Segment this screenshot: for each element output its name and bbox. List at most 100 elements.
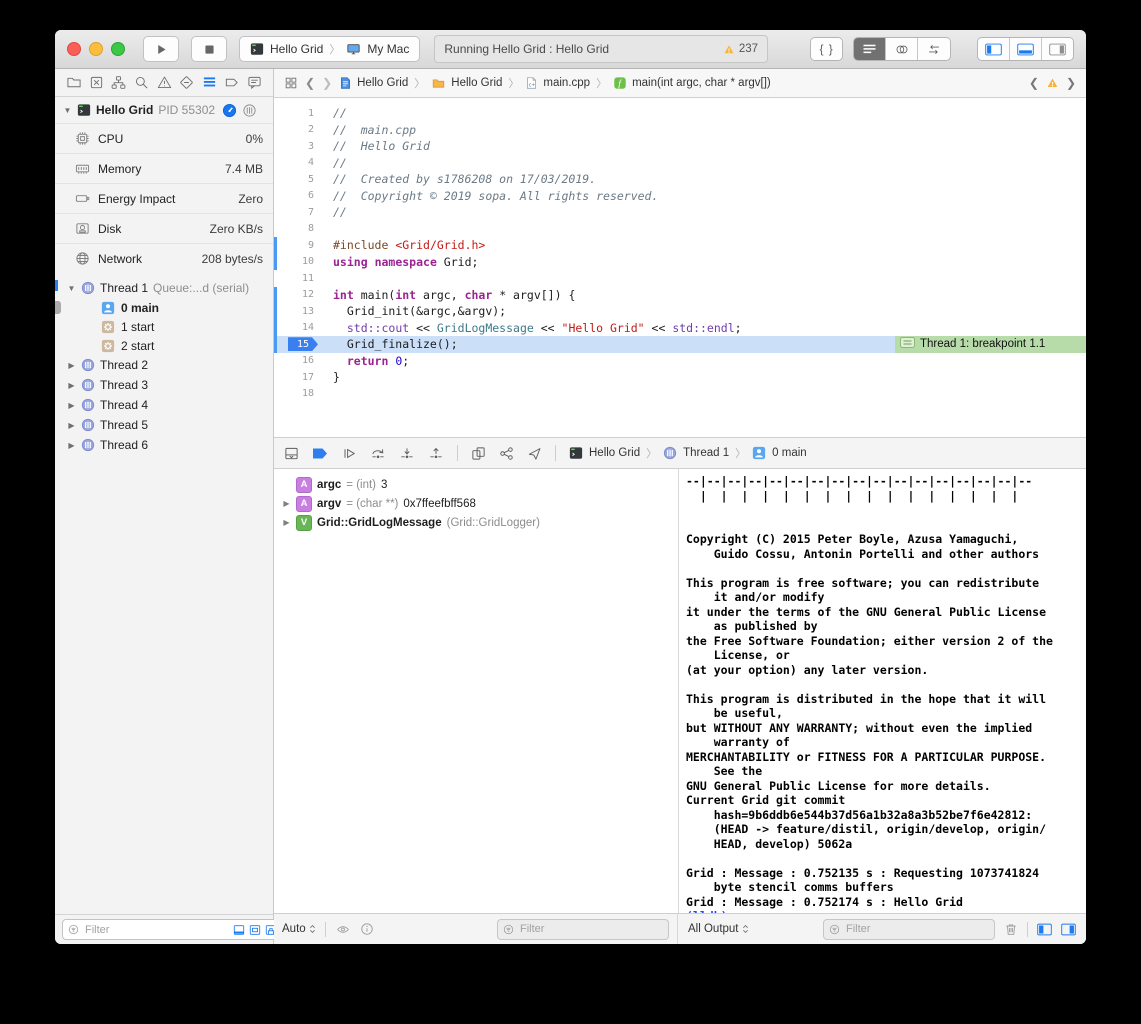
step-into-button[interactable] <box>399 446 415 461</box>
warning-badge[interactable]: 237 <box>723 43 758 55</box>
variables-filter-input[interactable] <box>518 922 663 936</box>
run-button[interactable] <box>143 36 179 62</box>
gauge-row-disk[interactable]: DiskZero KB/s <box>55 213 273 243</box>
memory-graph-button[interactable] <box>499 446 514 461</box>
stack-frame-row[interactable]: 1 start <box>55 317 273 336</box>
standard-editor-button[interactable] <box>854 38 885 60</box>
thread-row[interactable]: ▶Thread 6 <box>55 435 273 455</box>
variable-row[interactable]: ▶Aargv= (char **)0x7ffeefbff568 <box>274 494 678 513</box>
line-number-gutter[interactable]: 2 <box>274 124 323 135</box>
line-number-gutter[interactable]: 10 <box>274 256 323 267</box>
zoom-button[interactable] <box>111 42 125 56</box>
variables-scope-popup[interactable]: Auto <box>282 923 316 935</box>
filter-window-icon[interactable] <box>249 924 261 936</box>
step-over-button[interactable] <box>370 446 386 461</box>
source-control-navigator[interactable] <box>87 73 107 93</box>
breakpoint-marker[interactable]: 15 <box>288 337 318 351</box>
quicklook-eye-icon[interactable] <box>335 923 351 936</box>
disclosure-triangle-icon[interactable]: ▼ <box>63 106 72 115</box>
disclosure-triangle-icon[interactable]: ▶ <box>282 499 291 508</box>
gauge-row-cpu[interactable]: CPU0% <box>55 123 273 153</box>
assistant-editor-button[interactable] <box>885 38 917 60</box>
symbol-navigator[interactable] <box>109 73 129 93</box>
forward-chevron-icon[interactable]: ❯ <box>322 76 332 90</box>
show-variables-pane-icon[interactable] <box>1037 923 1052 936</box>
line-number-gutter[interactable]: 8 <box>274 223 323 234</box>
line-number-gutter[interactable]: 15 <box>274 337 323 351</box>
toggle-debug-area-button[interactable] <box>1009 38 1041 60</box>
next-issue-icon[interactable]: ❯ <box>1066 76 1076 90</box>
back-chevron-icon[interactable]: ❮ <box>305 76 315 90</box>
library-button[interactable]: { } <box>811 38 842 60</box>
version-editor-button[interactable] <box>917 38 949 60</box>
disclosure-triangle-icon[interactable]: ▶ <box>67 441 76 450</box>
issue-navigator[interactable] <box>154 73 174 93</box>
navigator-filter-field[interactable] <box>62 919 283 940</box>
breadcrumb-item[interactable]: c+main.cpp <box>525 76 590 90</box>
project-navigator[interactable] <box>64 73 84 93</box>
source-editor[interactable]: 1//2// main.cpp3// Hello Grid4//5// Crea… <box>274 98 1086 437</box>
step-out-button[interactable] <box>428 446 444 461</box>
stack-frame-row[interactable]: 0 main <box>55 298 273 317</box>
gauge-view-icon[interactable] <box>222 103 237 118</box>
gauge-row-memory[interactable]: Memory7.4 MB <box>55 153 273 183</box>
line-number-gutter[interactable]: 18 <box>274 388 323 399</box>
prev-issue-icon[interactable]: ❮ <box>1029 76 1039 90</box>
disclosure-triangle-icon[interactable]: ▶ <box>67 381 76 390</box>
breadcrumb-item[interactable]: Hello Grid <box>431 77 502 90</box>
toggle-navigator-button[interactable] <box>978 38 1009 60</box>
line-number-gutter[interactable]: 14 <box>274 322 323 333</box>
minimize-button[interactable] <box>89 42 103 56</box>
line-number-gutter[interactable]: 5 <box>274 174 323 185</box>
line-number-gutter[interactable]: 12 <box>274 289 323 300</box>
continue-button[interactable] <box>342 446 357 461</box>
disclosure-triangle-icon[interactable]: ▶ <box>67 361 76 370</box>
line-number-gutter[interactable]: 3 <box>274 141 323 152</box>
trash-icon[interactable] <box>1004 922 1018 937</box>
variable-row[interactable]: ▶VGrid::GridLogMessage(Grid::GridLogger) <box>274 513 678 532</box>
breadcrumb-item[interactable]: Hello Grid <box>339 76 408 90</box>
breadcrumb-item[interactable]: fmain(int argc, char * argv[]) <box>613 76 771 90</box>
stack-frame-row[interactable]: 2 start <box>55 336 273 355</box>
simulate-location-button[interactable] <box>527 446 542 461</box>
toggle-inspector-button[interactable] <box>1041 38 1073 60</box>
thread-view-icon[interactable] <box>242 103 257 118</box>
line-number-gutter[interactable]: 11 <box>274 273 323 284</box>
debug-view-hierarchy-button[interactable] <box>471 446 486 461</box>
thread-row[interactable]: ▶Thread 5 <box>55 415 273 435</box>
show-console-pane-icon[interactable] <box>1061 923 1076 936</box>
line-number-gutter[interactable]: 6 <box>274 190 323 201</box>
console-filter-input[interactable] <box>844 922 989 936</box>
gauge-row-energy-impact[interactable]: Energy ImpactZero <box>55 183 273 213</box>
test-navigator[interactable] <box>177 73 197 93</box>
line-number-gutter[interactable]: 17 <box>274 372 323 383</box>
filter-running-icon[interactable] <box>233 924 245 936</box>
process-row[interactable]: ▼ Hello Grid PID 55302 <box>55 97 273 123</box>
line-number-gutter[interactable]: 4 <box>274 157 323 168</box>
disclosure-triangle-icon[interactable]: ▶ <box>67 421 76 430</box>
disclosure-triangle-icon[interactable]: ▼ <box>67 284 76 293</box>
thread-row[interactable]: ▼Thread 1Queue:...d (serial) <box>55 278 273 298</box>
related-items-icon[interactable] <box>284 76 298 90</box>
variables-view[interactable]: Aargc= (int)3▶Aargv= (char **)0x7ffeefbf… <box>274 469 679 913</box>
console-output-popup[interactable]: All Output <box>688 923 749 935</box>
disclosure-triangle-icon[interactable]: ▶ <box>67 401 76 410</box>
line-number-gutter[interactable]: 1 <box>274 108 323 119</box>
report-navigator[interactable] <box>245 73 265 93</box>
variable-row[interactable]: Aargc= (int)3 <box>274 475 678 494</box>
filter-input[interactable] <box>83 923 229 937</box>
thread-row[interactable]: ▶Thread 2 <box>55 355 273 375</box>
thread-row[interactable]: ▶Thread 4 <box>55 395 273 415</box>
breakpoint-navigator[interactable] <box>222 73 242 93</box>
stop-button[interactable] <box>191 36 227 62</box>
line-number-gutter[interactable]: 9 <box>274 240 323 251</box>
close-button[interactable] <box>67 42 81 56</box>
line-number-gutter[interactable]: 16 <box>274 355 323 366</box>
breakpoints-toggle-button[interactable] <box>312 447 329 460</box>
thread-row[interactable]: ▶Thread 3 <box>55 375 273 395</box>
console-filter-field[interactable] <box>823 919 995 940</box>
line-number-gutter[interactable]: 7 <box>274 207 323 218</box>
gauge-row-network[interactable]: Network208 bytes/s <box>55 243 273 273</box>
debug-navigator[interactable] <box>199 73 219 93</box>
find-navigator[interactable] <box>132 73 152 93</box>
